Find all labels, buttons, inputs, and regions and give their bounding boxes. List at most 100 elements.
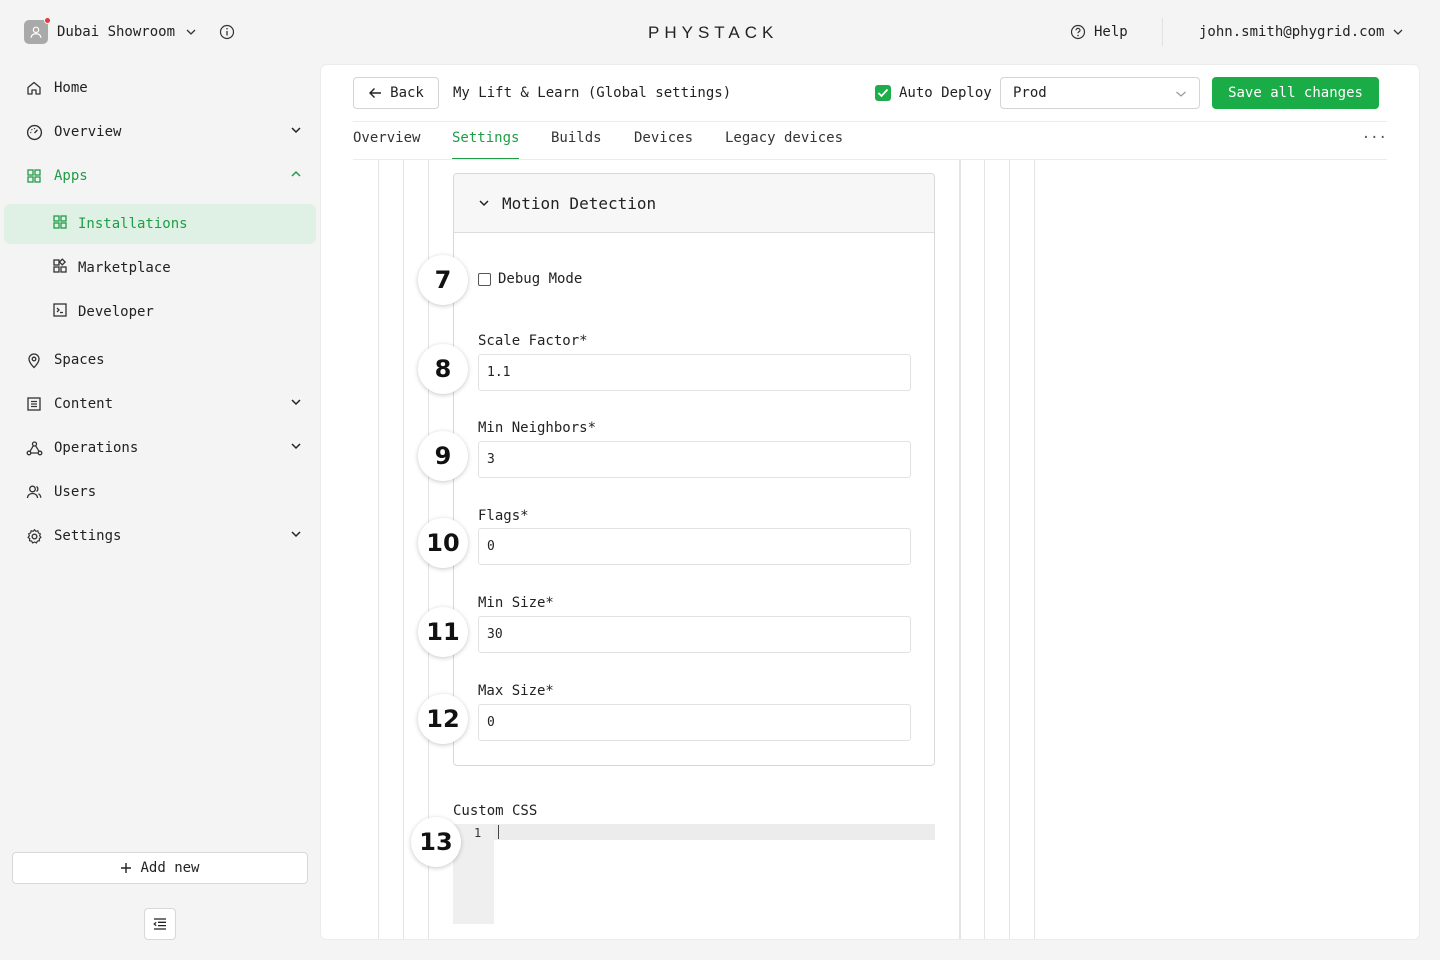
sidebar-item-label: Overview: [54, 124, 122, 140]
scale-factor-label: Scale Factor*: [478, 333, 588, 349]
motion-detection-toggle[interactable]: Motion Detection: [454, 174, 934, 233]
scale-factor-input[interactable]: [478, 354, 911, 391]
text-cursor: [498, 825, 499, 839]
nesting-guide: [984, 160, 985, 939]
panel-title: Motion Detection: [502, 193, 657, 213]
min-neighbors-label: Min Neighbors*: [478, 420, 597, 436]
notification-dot: [44, 17, 51, 24]
page-title: My Lift & Learn (Global settings): [453, 85, 732, 101]
custom-css-editor[interactable]: 1: [453, 824, 935, 924]
tab-overview[interactable]: Overview: [353, 130, 420, 160]
sidebar-item-users[interactable]: Users: [24, 472, 308, 512]
flags-input[interactable]: [478, 528, 911, 565]
chevron-down-icon: [479, 200, 489, 207]
arrow-left-icon: [369, 88, 382, 98]
chevron-up-icon: [291, 170, 301, 177]
more-options-icon[interactable]: ···: [1362, 130, 1387, 146]
step-badge: 8: [418, 344, 468, 394]
flags-label: Flags*: [478, 508, 529, 524]
collapse-menu-icon: [153, 918, 166, 930]
step-badge: 13: [411, 817, 461, 867]
add-new-button[interactable]: Add new: [12, 852, 308, 884]
sidebar-item-marketplace[interactable]: Marketplace: [4, 248, 316, 288]
sidebar-item-apps[interactable]: Apps: [24, 156, 308, 196]
org-switcher[interactable]: Dubai Showroom: [24, 17, 235, 44]
sidebar-item-label: Settings: [54, 528, 122, 544]
help-link[interactable]: Help: [1070, 24, 1128, 40]
nesting-guide: [1009, 160, 1010, 939]
divider: [353, 159, 1387, 160]
chevron-down-icon: [291, 399, 301, 406]
phystack-logo: PHYSTACK: [648, 22, 792, 46]
active-line: [494, 824, 935, 840]
help-label: Help: [1094, 24, 1128, 40]
apps-grid-icon: [52, 214, 68, 234]
environment-select[interactable]: Prod: [1000, 77, 1200, 109]
auto-deploy-label: Auto Deploy: [899, 85, 992, 101]
operations-icon: [24, 438, 44, 458]
tab-bar: Overview Settings Builds Devices Legacy …: [353, 122, 1387, 160]
environment-value: Prod: [1013, 85, 1047, 101]
checkbox[interactable]: [478, 272, 491, 286]
max-size-label: Max Size*: [478, 683, 554, 699]
user-email: john.smith@phygrid.com: [1199, 24, 1385, 40]
sidebar-item-label: Content: [54, 396, 114, 412]
checkbox-checked-icon: [875, 85, 891, 101]
help-circle-icon: [1070, 24, 1086, 40]
sidebar-item-developer[interactable]: Developer: [4, 292, 316, 332]
sidebar-item-home[interactable]: Home: [24, 68, 308, 108]
custom-css-label: Custom CSS: [453, 803, 538, 819]
sidebar-item-label: Spaces: [54, 352, 105, 368]
chevron-down-icon[interactable]: [185, 26, 197, 38]
sidebar-item-label: Developer: [78, 304, 154, 320]
debug-mode-label: Debug Mode: [498, 271, 583, 287]
marketplace-icon: [52, 258, 68, 278]
gauge-icon: [24, 122, 44, 142]
chevron-down-icon: [291, 531, 301, 538]
min-size-label: Min Size*: [478, 595, 554, 611]
debug-mode-checkbox[interactable]: Debug Mode: [478, 271, 582, 287]
gear-icon: [24, 526, 44, 546]
nesting-guide: [960, 160, 961, 939]
sidebar-item-spaces[interactable]: Spaces: [24, 340, 308, 380]
tab-legacy-devices[interactable]: Legacy devices: [725, 130, 843, 160]
user-menu[interactable]: john.smith@phygrid.com: [1199, 24, 1404, 40]
chevron-down-icon: [291, 127, 301, 134]
plus-icon: [121, 863, 132, 873]
sidebar-item-label: Operations: [54, 440, 139, 456]
min-size-input[interactable]: [478, 616, 911, 653]
step-badge: 7: [418, 255, 468, 305]
nesting-guide: [403, 160, 404, 939]
sidebar-item-label: Users: [54, 484, 97, 500]
min-neighbors-input[interactable]: [478, 441, 911, 478]
chevron-down-icon: [291, 443, 301, 450]
content-list-icon: [24, 394, 44, 414]
step-badge: 11: [418, 607, 468, 657]
tab-settings[interactable]: Settings: [452, 130, 520, 160]
auto-deploy-checkbox[interactable]: Auto Deploy: [875, 85, 992, 101]
info-icon[interactable]: [219, 24, 235, 40]
sidebar: Home Overview Apps Installations Marketp…: [0, 64, 320, 960]
svg-text:PHYSTACK: PHYSTACK: [648, 23, 778, 42]
save-all-changes-button[interactable]: Save all changes: [1212, 77, 1379, 109]
max-size-input[interactable]: [478, 704, 911, 741]
add-new-label: Add new: [140, 860, 200, 876]
apps-grid-icon: [24, 166, 44, 186]
back-label: Back: [390, 85, 424, 101]
user-icon: [30, 26, 42, 38]
chevron-down-icon: [1393, 29, 1403, 35]
top-bar: Dubai Showroom PHYSTACK Help john.smith@…: [0, 0, 1440, 64]
tab-builds[interactable]: Builds: [551, 130, 602, 160]
tab-devices[interactable]: Devices: [634, 130, 693, 160]
org-avatar: [24, 17, 51, 44]
back-button[interactable]: Back: [353, 77, 439, 109]
step-badge: 10: [418, 518, 468, 568]
collapse-sidebar-button[interactable]: [144, 908, 176, 940]
sidebar-item-overview[interactable]: Overview: [24, 112, 308, 152]
sidebar-item-operations[interactable]: Operations: [24, 428, 308, 468]
sidebar-item-installations[interactable]: Installations: [4, 204, 316, 244]
sidebar-item-settings[interactable]: Settings: [24, 516, 308, 556]
terminal-icon: [52, 302, 68, 322]
divider: [1162, 18, 1163, 46]
sidebar-item-content[interactable]: Content: [24, 384, 308, 424]
